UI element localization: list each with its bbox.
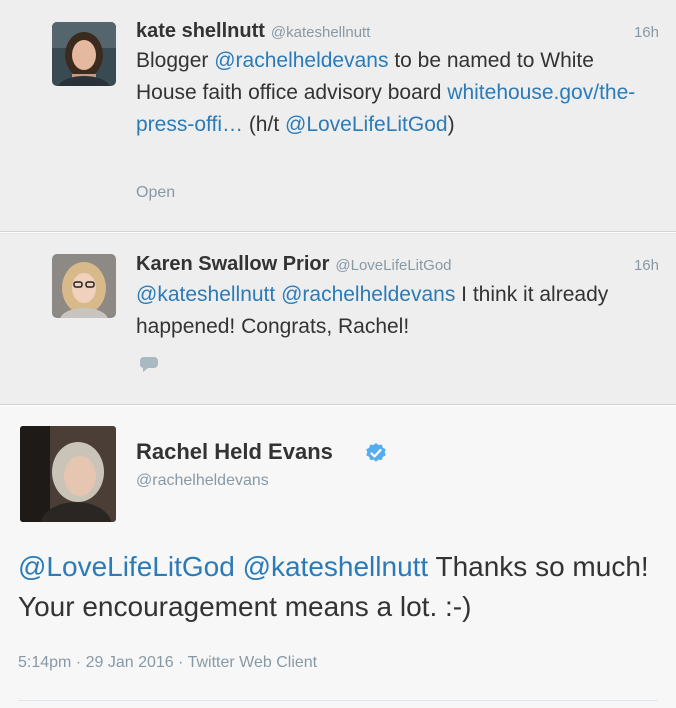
avatar-rachel[interactable]: [20, 426, 116, 522]
user-handle[interactable]: @kateshellnutt: [271, 24, 370, 41]
avatar-karen[interactable]: [52, 254, 116, 318]
avatar-kate[interactable]: [52, 22, 116, 86]
mention-link[interactable]: @rachelheldevans: [214, 49, 388, 72]
user-name[interactable]: kate shellnutt: [136, 20, 265, 42]
tweet-header: Karen Swallow Prior @LoveLifeLitGod: [136, 253, 452, 276]
tweet-text: @kateshellnutt @rachelheldevans I think …: [136, 279, 636, 343]
tweet-timestamp[interactable]: 16h: [634, 24, 659, 41]
speech-bubble-icon[interactable]: [138, 354, 160, 374]
open-link[interactable]: Open: [136, 184, 175, 202]
user-name[interactable]: Karen Swallow Prior: [136, 253, 329, 275]
tweet-metadata[interactable]: 5:14pm · 29 Jan 2016 · Twitter Web Clien…: [18, 654, 317, 672]
verified-badge-icon: [366, 443, 386, 462]
text-part: (h/t: [242, 113, 285, 136]
mention-link[interactable]: @LoveLifeLitGod: [18, 551, 235, 582]
user-handle[interactable]: @rachelheldevans: [136, 472, 269, 490]
text-part: Blogger: [136, 49, 215, 72]
reply-tweet-kate[interactable]: kate shellnutt @kateshellnutt 16h Blogger…: [0, 0, 676, 232]
user-handle[interactable]: @LoveLifeLitGod: [335, 257, 451, 274]
mention-link[interactable]: @kateshellnutt: [136, 283, 275, 306]
tweet-text: Blogger @rachelheldevans to be named to …: [136, 45, 636, 141]
divider: [18, 700, 658, 701]
tweet-header: kate shellnutt @kateshellnutt: [136, 20, 370, 43]
text-part: ): [447, 113, 455, 136]
mention-link[interactable]: @LoveLifeLitGod: [285, 113, 448, 136]
mention-link[interactable]: @rachelheldevans: [281, 283, 455, 306]
tweet-text: @LoveLifeLitGod @kateshellnutt Thanks so…: [18, 547, 658, 627]
mention-link[interactable]: @kateshellnutt: [243, 551, 429, 582]
user-name[interactable]: Rachel Held Evans: [136, 439, 333, 465]
tweet-timestamp[interactable]: 16h: [634, 257, 659, 274]
